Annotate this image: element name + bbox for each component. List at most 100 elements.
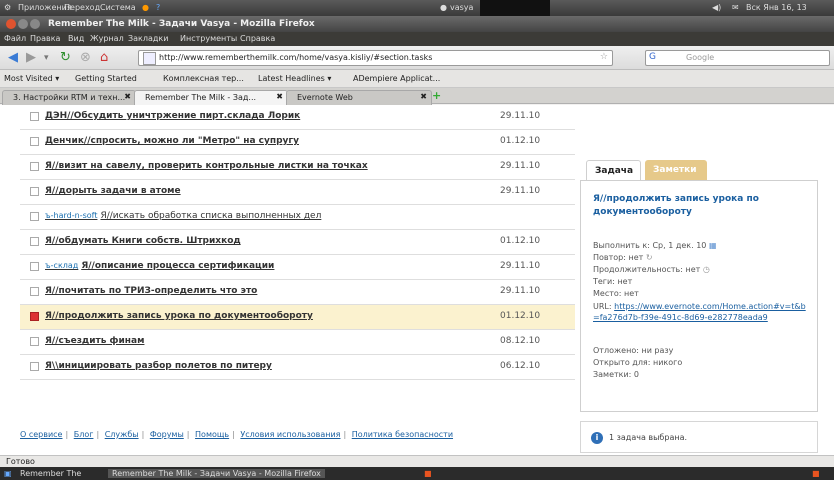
close-tab-icon[interactable]: ✖ xyxy=(420,92,427,101)
task-checkbox-checked[interactable] xyxy=(30,312,39,321)
task-checkbox[interactable] xyxy=(30,187,39,196)
home-icon[interactable]: ⌂ xyxy=(100,51,108,65)
search-box[interactable]: G Google xyxy=(645,50,830,66)
footer-link-forums[interactable]: Форумы xyxy=(150,430,184,439)
task-row[interactable]: Я\\инициировать разбор полетов по питеру… xyxy=(20,355,575,380)
menu-places[interactable]: Переход xyxy=(64,3,100,12)
task-checkbox[interactable] xyxy=(30,212,39,221)
reload-icon[interactable]: ↻ xyxy=(60,51,71,65)
show-desktop-icon[interactable]: ▣ xyxy=(4,469,12,478)
menu-system[interactable]: Система xyxy=(100,3,136,12)
new-tab-icon[interactable]: + xyxy=(432,89,441,102)
tab-remember-the-milk[interactable]: Remember The Milk - Зад... ✖ xyxy=(134,90,288,105)
firefox-launcher-icon[interactable]: ● xyxy=(142,3,149,12)
task-name[interactable]: Я//визит на савелу, проверить контрольны… xyxy=(45,161,368,171)
tab-task-details[interactable]: Задача xyxy=(586,160,641,180)
bookmark-latest-headlines[interactable]: Latest Headlines ▾ xyxy=(258,74,331,83)
close-tab-icon[interactable]: ✖ xyxy=(124,92,131,101)
volume-icon[interactable]: ◀) xyxy=(712,3,721,12)
footer-link-terms[interactable]: Условия использования xyxy=(240,430,340,439)
task-row[interactable]: Я//дорыть задачи в атоме 29.11.10 xyxy=(20,180,575,205)
search-placeholder[interactable]: Google xyxy=(686,53,714,62)
calendar-icon[interactable]: ▦ xyxy=(709,241,717,250)
task-row[interactable]: ъ-hard-n-soft Я//искать обработка списка … xyxy=(20,205,575,230)
task-checkbox[interactable] xyxy=(30,162,39,171)
footer-link-help[interactable]: Помощь xyxy=(195,430,229,439)
back-icon[interactable]: ◀ xyxy=(8,51,18,65)
bookmark-star-icon[interactable]: ☆ xyxy=(600,52,608,62)
menu-history[interactable]: Журнал xyxy=(90,34,124,43)
task-name[interactable]: Денчик//спросить, можно ли "Метро" на су… xyxy=(45,136,299,146)
site-identity-icon[interactable] xyxy=(143,52,156,65)
footer-link-services[interactable]: Службы xyxy=(105,430,139,439)
stop-icon[interactable]: ⊗ xyxy=(80,51,91,65)
maximize-window-button[interactable] xyxy=(30,19,40,29)
panel-user[interactable]: vasya xyxy=(450,3,473,12)
task-row[interactable]: Я//съездить финам 08.12.10 xyxy=(20,330,575,355)
history-dropdown-icon[interactable]: ▾ xyxy=(44,51,49,65)
panel-clock[interactable]: Вск Янв 16, 13 xyxy=(746,3,807,12)
url-bar[interactable]: http://www.rememberthemilk.com/home/vasy… xyxy=(138,50,613,66)
taskbar-item-firefox[interactable]: Remember The Milk - Задачи Vasya - Mozil… xyxy=(108,469,325,478)
task-name[interactable]: Я//съездить финам xyxy=(45,336,144,346)
detail-due[interactable]: Выполнить к: Ср, 1 дек. 10 xyxy=(593,241,706,250)
close-window-button[interactable] xyxy=(6,19,16,29)
task-row[interactable]: Я//обдумать Книги собств. Штрихкод 01.12… xyxy=(20,230,575,255)
task-checkbox[interactable] xyxy=(30,137,39,146)
detail-duration[interactable]: Продолжительность: нет xyxy=(593,265,700,274)
task-checkbox[interactable] xyxy=(30,262,39,271)
task-row-selected[interactable]: Я//продолжить запись урока по документоо… xyxy=(20,305,575,330)
close-tab-icon[interactable]: ✖ xyxy=(276,92,283,101)
task-name[interactable]: Я//почитать по ТРИЗ-определить что это xyxy=(45,286,257,296)
footer-link-blog[interactable]: Блог xyxy=(74,430,94,439)
task-name[interactable]: Я\\инициировать разбор полетов по питеру xyxy=(45,361,272,371)
detail-url-link[interactable]: https://www.evernote.com/Home.action#v=t… xyxy=(593,302,806,322)
task-row[interactable]: ДЭН//Обсудить уничтржение пирт.склада Ло… xyxy=(20,105,575,130)
task-name[interactable]: Я//продолжить запись урока по документоо… xyxy=(45,311,313,321)
footer-link-about[interactable]: О сервисе xyxy=(20,430,62,439)
bookmark-getting-started[interactable]: Getting Started xyxy=(75,74,137,83)
tab-notes[interactable]: Заметки xyxy=(645,160,707,180)
menu-file[interactable]: Файл xyxy=(4,34,26,43)
task-name[interactable]: Я//описание процесса сертификации xyxy=(81,261,274,271)
tab-rtm-settings[interactable]: 3. Настройки RTM и техн... ✖ xyxy=(2,90,136,105)
detail-repeat[interactable]: Повтор: нет xyxy=(593,253,643,262)
gnome-menu-icon[interactable]: ⚙ xyxy=(4,3,11,12)
trash-icon[interactable]: ■ xyxy=(812,469,820,478)
menu-view[interactable]: Вид xyxy=(68,34,84,43)
menu-tools[interactable]: Инструменты xyxy=(180,34,237,43)
task-row[interactable]: Я//визит на савелу, проверить контрольны… xyxy=(20,155,575,180)
forward-icon[interactable]: ▶ xyxy=(26,51,36,65)
minimize-window-button[interactable] xyxy=(18,19,28,29)
mail-icon[interactable]: ✉ xyxy=(732,3,739,12)
bookmark-adempiere[interactable]: ADempiere Applicat... xyxy=(353,74,440,83)
task-checkbox[interactable] xyxy=(30,337,39,346)
bookmark-komplex[interactable]: Комплексная тер... xyxy=(163,74,244,83)
task-checkbox[interactable] xyxy=(30,287,39,296)
footer-link-privacy[interactable]: Политика безопасности xyxy=(352,430,453,439)
search-engine-icon[interactable]: G xyxy=(649,52,656,62)
task-checkbox[interactable] xyxy=(30,237,39,246)
task-name[interactable]: ДЭН//Обсудить уничтржение пирт.склада Ло… xyxy=(45,111,300,121)
bookmark-most-visited[interactable]: Most Visited ▾ xyxy=(4,74,59,83)
task-tag[interactable]: ъ-hard-n-soft xyxy=(45,211,97,220)
menu-edit[interactable]: Правка xyxy=(30,34,60,43)
menu-help[interactable]: Справка xyxy=(240,34,275,43)
task-name[interactable]: Я//искать обработка списка выполненных д… xyxy=(100,211,321,221)
task-row[interactable]: ъ-склад Я//описание процесса сертификации… xyxy=(20,255,575,280)
task-checkbox[interactable] xyxy=(30,112,39,121)
task-row[interactable]: Денчик//спросить, можно ли "Метро" на су… xyxy=(20,130,575,155)
task-name[interactable]: Я//дорыть задачи в атоме xyxy=(45,186,181,196)
tab-evernote-web[interactable]: Evernote Web ✖ xyxy=(286,90,432,105)
url-text[interactable]: http://www.rememberthemilk.com/home/vasy… xyxy=(159,53,432,62)
task-tag[interactable]: ъ-склад xyxy=(45,261,78,270)
menu-bookmarks[interactable]: Закладки xyxy=(128,34,168,43)
task-row[interactable]: Я//почитать по ТРИЗ-определить что это 2… xyxy=(20,280,575,305)
help-icon[interactable]: ? xyxy=(156,3,160,12)
taskbar-item-rtm[interactable]: Remember The xyxy=(20,469,81,478)
task-name[interactable]: Я//обдумать Книги собств. Штрихкод xyxy=(45,236,241,246)
detail-tags[interactable]: Теги: нет xyxy=(593,277,632,286)
task-checkbox[interactable] xyxy=(30,362,39,371)
detail-task-title[interactable]: Я//продолжить запись урока по документоо… xyxy=(593,193,803,219)
detail-location[interactable]: Место: нет xyxy=(593,289,639,298)
